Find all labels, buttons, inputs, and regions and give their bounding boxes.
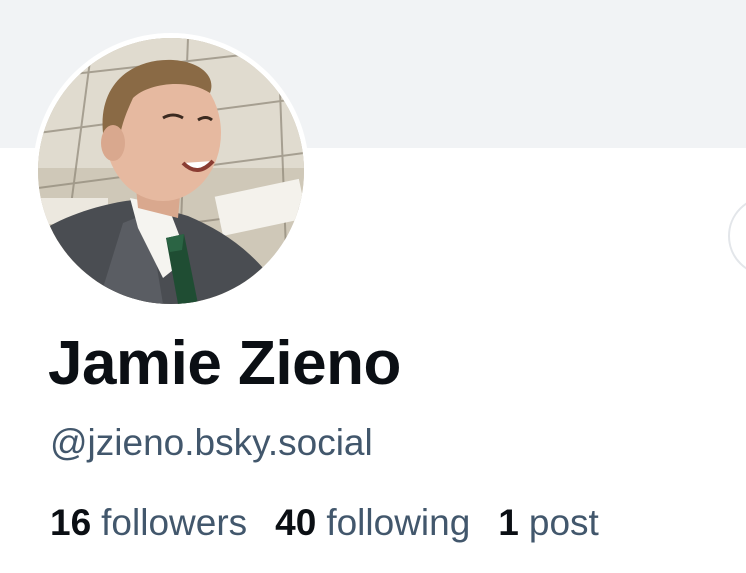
followers-count: 16 xyxy=(50,502,92,543)
following-label: following xyxy=(326,502,471,543)
profile-photo-icon xyxy=(38,38,304,304)
display-name: Jamie Zieno xyxy=(48,329,401,398)
posts-count: 1 xyxy=(498,502,519,543)
avatar[interactable] xyxy=(38,38,304,304)
posts-label: post xyxy=(528,502,599,543)
profile-stats: 16 followers 40 following 1 post xyxy=(50,499,599,547)
followers-label: followers xyxy=(101,502,248,543)
posts-stat: 1 post xyxy=(498,499,599,547)
profile-action-button[interactable] xyxy=(728,196,746,276)
profile-page: Jamie Zieno @jzieno.bsky.social 16 follo… xyxy=(0,0,746,573)
following-count: 40 xyxy=(275,502,317,543)
profile-handle: @jzieno.bsky.social xyxy=(50,422,373,463)
following-link[interactable]: 40 following xyxy=(275,499,470,547)
followers-link[interactable]: 16 followers xyxy=(50,499,247,547)
